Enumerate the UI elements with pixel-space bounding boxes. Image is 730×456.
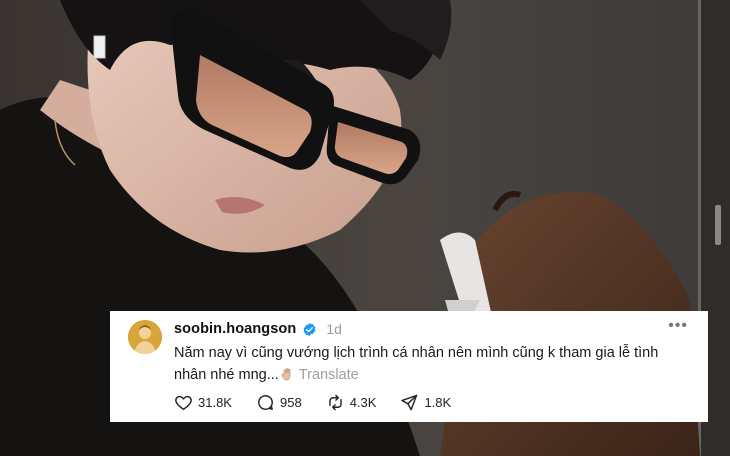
raised-hand-emoji-icon: [281, 366, 293, 381]
repost-button[interactable]: 4.3K: [326, 393, 377, 412]
post-text: Năm nay vì cũng vướng lịch trình cá nhân…: [174, 342, 694, 386]
share-count: 1.8K: [424, 395, 452, 410]
comment-icon: [258, 395, 273, 410]
post-text-line-2: nhân nhé mng...: [174, 367, 279, 383]
more-options-button[interactable]: •••: [668, 318, 688, 334]
profile-photo-icon: [128, 320, 162, 354]
post-actions: 31.8K 958 4.3K 1.8K: [174, 393, 475, 412]
post-header: soobin.hoangson 1d: [174, 319, 342, 339]
username[interactable]: soobin.hoangson: [174, 321, 296, 337]
send-icon: [401, 394, 418, 411]
reply-button[interactable]: 958: [256, 393, 302, 412]
repost-count: 4.3K: [349, 395, 377, 410]
share-button[interactable]: 1.8K: [400, 393, 451, 412]
like-button[interactable]: 31.8K: [174, 393, 232, 412]
post-timestamp: 1d: [326, 321, 342, 337]
heart-icon: [175, 395, 192, 410]
repost-icon: [328, 394, 342, 411]
verified-badge-icon: [302, 322, 317, 337]
post-card: soobin.hoangson 1d ••• Năm nay vì cũng v…: [110, 311, 708, 422]
like-count: 31.8K: [198, 395, 232, 410]
reply-count: 958: [279, 395, 302, 410]
translate-link[interactable]: Translate: [299, 367, 359, 383]
post-text-line-1: Năm nay vì cũng vướng lịch trình cá nhân…: [174, 345, 659, 361]
avatar[interactable]: [128, 320, 162, 354]
